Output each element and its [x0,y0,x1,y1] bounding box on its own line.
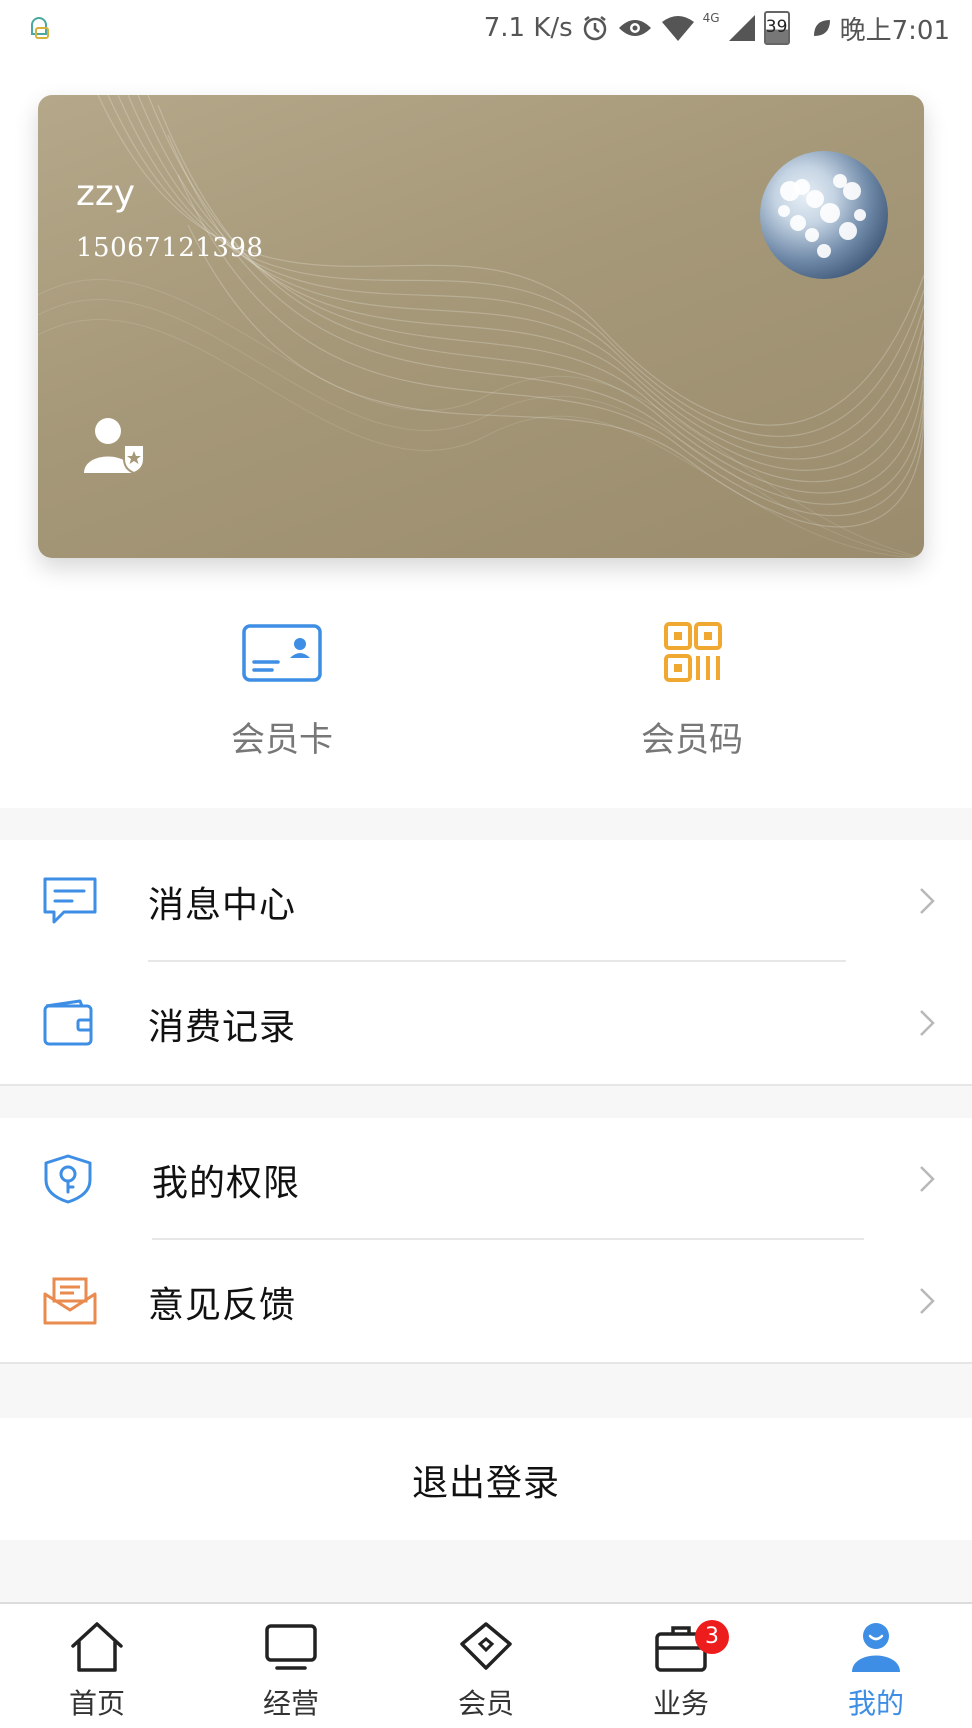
tab-mine[interactable]: 我的 [796,1604,956,1728]
member-card-button[interactable]: 会员卡 [162,600,402,780]
status-icons: 7.1 K/s 4G 39 晚上7:01 [484,10,950,46]
quick-actions: 会员卡 会员码 [0,600,972,780]
avatar[interactable] [760,151,888,279]
logout-button[interactable]: 退出登录 [0,1418,972,1540]
member-card[interactable]: zzy 15067121398 [38,95,924,558]
bottom-tab-bar: 首页 经营 会员 3 业务 我的 [0,1602,972,1728]
diamond-icon [460,1622,512,1670]
chevron-right-icon [920,1288,935,1314]
wallet-icon [43,999,93,1046]
home-icon [71,1622,123,1672]
menu-item-label: 意见反馈 [148,1285,297,1326]
menu-group-1: 消息中心 消费记录 [0,840,972,1086]
menu-item-permissions[interactable]: 我的权限 [0,1118,972,1240]
tab-label: 业务 [652,1687,709,1720]
tab-label: 我的 [847,1687,904,1720]
chevron-right-icon [920,1166,935,1192]
notification-badge: 3 [695,1620,729,1654]
member-card-label: 会员卡 [231,720,333,760]
member-card-icon [242,624,322,682]
card-username: zzy [76,173,136,214]
tab-members[interactable]: 会员 [406,1604,566,1728]
menu-group-2: 我的权限 意见反馈 [0,1118,972,1364]
menu-item-messages[interactable]: 消息中心 [0,840,972,962]
menu-item-feedback[interactable]: 意见反馈 [0,1240,972,1362]
menu-item-label: 我的权限 [152,1163,301,1204]
eye-icon [618,20,651,36]
person-icon [852,1623,900,1672]
leaf-icon [813,20,830,36]
shield-key-icon [44,1154,92,1204]
alarm-icon [583,16,606,41]
clock: 晚上7:01 [839,15,950,46]
tab-business[interactable]: 经营 [211,1604,371,1728]
menu-item-label: 消费记录 [148,1007,297,1048]
vip-user-icon [84,418,145,475]
member-code-label: 会员码 [641,720,743,760]
tab-label: 会员 [457,1687,514,1720]
tab-label: 经营 [262,1687,319,1720]
card-phone: 15067121398 [76,233,264,263]
menu-item-label: 消息中心 [148,885,297,926]
battery-level: 39 [765,17,788,37]
wifi-icon [661,16,694,41]
chevron-right-icon [920,888,935,914]
tab-home[interactable]: 首页 [17,1604,177,1728]
chevron-right-icon [920,1010,935,1036]
network-speed: 7.1 K/s [483,13,573,43]
tab-services[interactable]: 3 业务 [601,1604,761,1728]
notification-bell-icon [31,17,49,39]
signal-icon [728,15,755,41]
tab-label: 首页 [68,1687,125,1720]
logout-label: 退出登录 [411,1463,560,1504]
feedback-mail-icon [43,1277,97,1325]
qr-code-icon [664,622,722,682]
status-bar: 7.1 K/s 4G 39 晚上7:01 [0,0,972,56]
monitor-icon [265,1624,317,1670]
menu-item-consumption[interactable]: 消费记录 [0,962,972,1084]
member-code-button[interactable]: 会员码 [572,600,812,780]
network-type: 4G [702,11,720,25]
message-icon [43,877,97,924]
battery-icon: 39 [763,11,790,45]
avatar-clouds-image [778,174,866,258]
